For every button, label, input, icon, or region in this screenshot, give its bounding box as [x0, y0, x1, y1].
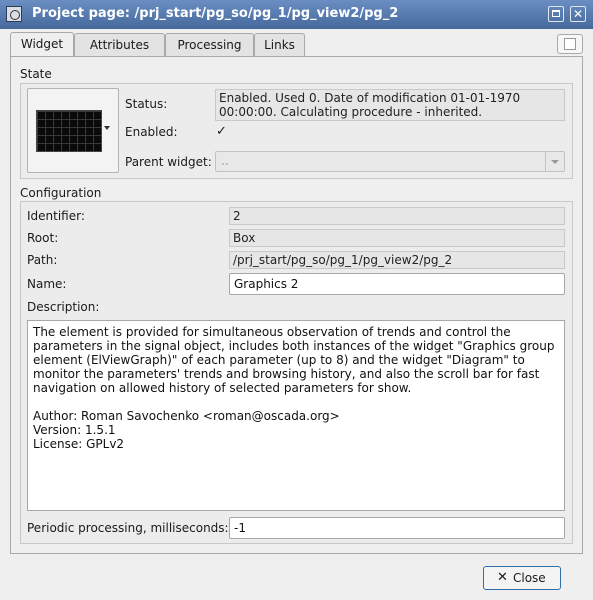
path-value: /prj_start/pg_so/pg_1/pg_view2/pg_2 — [229, 251, 565, 269]
configuration-group-label: Configuration — [20, 186, 102, 200]
description-textarea[interactable]: The element is provided for simultaneous… — [27, 320, 565, 511]
close-button-label: Close — [513, 571, 546, 585]
close-icon[interactable]: ✕ — [570, 6, 586, 22]
enabled-checkbox[interactable]: ✓ — [216, 124, 227, 139]
periodic-processing-input[interactable]: -1 — [229, 517, 565, 539]
root-value: Box — [229, 229, 565, 247]
close-x-icon: ✕ — [497, 570, 508, 585]
widget-preview-button[interactable] — [27, 88, 119, 173]
tab-attributes[interactable]: Attributes — [74, 33, 165, 56]
enabled-label: Enabled: — [125, 125, 178, 139]
widget-thumbnail — [36, 110, 102, 152]
name-input[interactable]: Graphics 2 — [229, 273, 565, 295]
tab-links[interactable]: Links — [254, 33, 305, 56]
close-button[interactable]: ✕ Close — [483, 566, 561, 590]
notes-icon[interactable] — [557, 34, 583, 54]
app-icon — [6, 6, 22, 22]
window-title: Project page: /prj_start/pg_so/pg_1/pg_v… — [32, 6, 399, 21]
dropdown-arrow-icon — [545, 152, 564, 171]
periodic-processing-label: Periodic processing, milliseconds: — [27, 521, 229, 535]
root-label: Root: — [27, 231, 59, 245]
tab-processing[interactable]: Processing — [165, 33, 254, 56]
name-label: Name: — [27, 277, 67, 291]
parent-widget-combobox[interactable]: .. — [215, 151, 565, 172]
chevron-down-icon — [104, 126, 110, 130]
status-label: Status: — [125, 97, 168, 111]
description-label: Description: — [27, 300, 100, 314]
maximize-icon[interactable] — [548, 6, 564, 22]
path-label: Path: — [27, 253, 58, 267]
parent-widget-value: .. — [221, 154, 229, 168]
identifier-value: 2 — [229, 207, 565, 225]
status-value: Enabled. Used 0. Date of modification 01… — [215, 89, 565, 121]
state-group-label: State — [20, 67, 52, 81]
identifier-label: Identifier: — [27, 209, 85, 223]
parent-widget-label: Parent widget: — [125, 155, 212, 169]
window-titlebar: Project page: /prj_start/pg_so/pg_1/pg_v… — [0, 0, 593, 29]
tab-widget[interactable]: Widget — [10, 32, 74, 56]
